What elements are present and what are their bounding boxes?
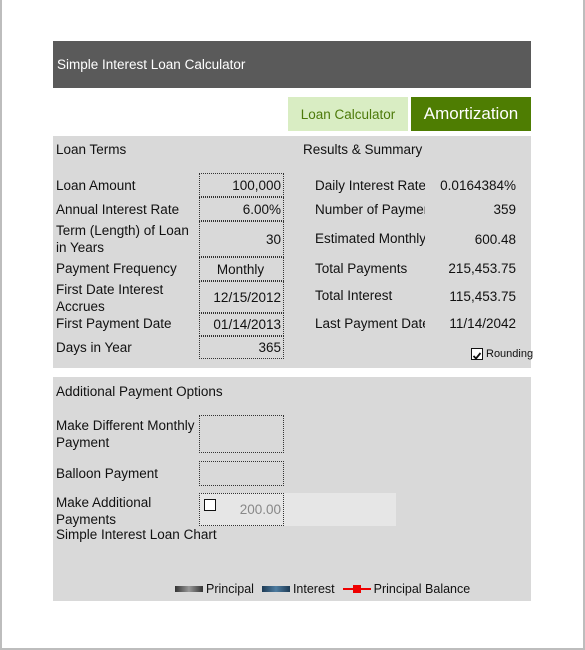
different-monthly-label: Make Different Monthly Payment <box>56 418 195 450</box>
chart-legend: Principal Interest Principal Balance <box>175 582 478 596</box>
rounding-label: Rounding <box>486 348 534 360</box>
estimated-monthly-label: Estimated Monthly <box>315 231 425 246</box>
loan-amount-field[interactable]: 100,000 <box>199 173 284 197</box>
chart-title: Simple Interest Loan Chart <box>56 527 217 542</box>
balance-line-swatch <box>342 585 371 593</box>
legend-label: Principal Balance <box>373 582 471 596</box>
balloon-label: Balloon Payment <box>56 466 159 481</box>
daily-rate-label: Daily Interest Rate <box>315 178 425 193</box>
payment-frequency-label: Payment Frequency <box>56 261 177 276</box>
days-in-year-label: Days in Year <box>56 340 132 355</box>
legend-interest: Interest <box>261 582 335 596</box>
loan-amount-label: Loan Amount <box>56 178 136 193</box>
different-monthly-field[interactable] <box>199 415 284 453</box>
legend-principal-balance: Principal Balance <box>342 582 471 596</box>
tab-label: Amortization <box>423 104 519 123</box>
interest-rate-field[interactable]: 6.00% <box>199 197 284 221</box>
balloon-field[interactable] <box>199 461 284 486</box>
results-heading: Results & Summary <box>303 142 423 157</box>
loan-term-label: Term (Length) of Loan in Years <box>56 223 189 255</box>
days-in-year-field[interactable]: 365 <box>199 336 284 359</box>
total-payments-label: Total Payments <box>315 261 408 276</box>
loan-terms-heading: Loan Terms <box>56 142 127 157</box>
tab-label: Loan Calculator <box>300 106 396 122</box>
first-accrual-date-field[interactable]: 12/15/2012 <box>199 281 284 313</box>
legend-principal: Principal <box>175 582 254 596</box>
loan-term-field[interactable]: 30 <box>199 221 284 257</box>
page-title-bar: Simple Interest Loan Calculator <box>53 41 531 88</box>
additional-payment-checkbox[interactable] <box>204 499 216 511</box>
num-payments-value: 359 <box>493 202 516 217</box>
num-payments-label: Number of Payments <box>315 202 425 217</box>
legend-label: Interest <box>292 582 335 596</box>
first-accrual-date-label: First Date Interest Accrues <box>56 282 164 314</box>
additional-heading: Additional Payment Options <box>56 384 223 399</box>
checkmark-icon <box>472 352 482 360</box>
rounding-checkbox[interactable] <box>471 348 483 360</box>
interest-rate-label: Annual Interest Rate <box>56 202 180 217</box>
loan-terms-panel: Loan Terms Results & Summary Loan Amount… <box>53 136 534 368</box>
daily-rate-value: 0.0164384% <box>440 178 516 193</box>
tab-loan-calculator[interactable]: Loan Calculator <box>288 97 408 131</box>
estimated-monthly-value: 600.48 <box>474 232 516 247</box>
last-payment-date-value: 11/14/2042 <box>449 316 516 331</box>
first-payment-date-field[interactable]: 01/14/2013 <box>199 313 284 336</box>
legend-label: Principal <box>206 582 254 596</box>
total-interest-label: Total Interest <box>315 288 393 303</box>
principal-swatch <box>175 586 203 592</box>
payment-frequency-select[interactable]: Monthly <box>199 257 284 281</box>
additional-payments-panel: Additional Payment Options Make Differen… <box>53 377 531 601</box>
page-title: Simple Interest Loan Calculator <box>57 57 246 72</box>
total-payments-value: 215,453.75 <box>448 261 516 276</box>
interest-swatch <box>261 586 290 592</box>
tab-amortization[interactable]: Amortization <box>411 97 531 131</box>
last-payment-date-label: Last Payment Date <box>315 316 425 331</box>
total-interest-value: 115,453.75 <box>449 289 516 304</box>
additional-payments-label: Make Additional Payments <box>56 495 152 527</box>
first-payment-date-label: First Payment Date <box>56 316 172 331</box>
